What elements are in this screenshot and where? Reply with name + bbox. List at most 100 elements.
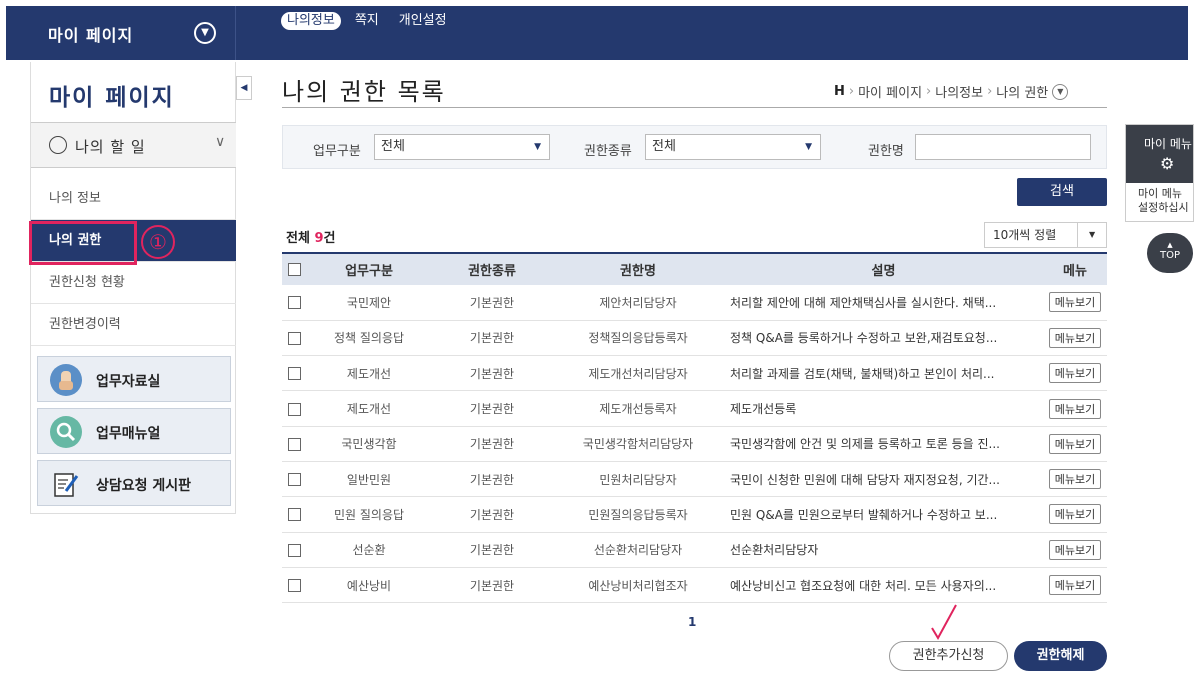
filter-panel: 업무구분 전체 ▼ 권한종류 전체 ▼ 권한명 — [282, 125, 1107, 169]
menu-cell: 메뉴보기 — [1043, 567, 1107, 604]
breadcrumb-item[interactable]: 나의 권한 — [996, 82, 1048, 101]
table-header-row: 업무구분 권한종류 권한명 설명 메뉴 — [282, 252, 1107, 285]
permission-name-cell: 제도개선처리담당자 — [552, 355, 724, 392]
work-type-cell: 국민제안 — [306, 285, 432, 321]
work-type-select[interactable]: 전체 ▼ — [374, 134, 550, 160]
view-menu-button[interactable]: 메뉴보기 — [1048, 469, 1102, 490]
permission-type-select[interactable]: 전체 ▼ — [645, 134, 821, 160]
my-menu-panel[interactable]: 마이 메뉴 ⚙ 마이 메뉴 설정하십시 — [1125, 124, 1194, 222]
sidebar-card-consult-board[interactable]: 상담요청 게시판 — [37, 460, 231, 506]
page-title: 나의 권한 목록 — [282, 78, 446, 106]
table-row: 민원 질의응답 기본권한 민원질의응답등록자 민원 Q&A를 민원으로부터 발췌… — [282, 496, 1107, 533]
pagination-page-1[interactable]: 1 — [688, 615, 696, 629]
description-cell: 선순환처리담당자 — [724, 532, 1043, 568]
sidebar-title: 마이 페이지 — [49, 85, 175, 111]
scroll-top-button[interactable]: ▲ TOP — [1147, 233, 1193, 273]
breadcrumb: H › 마이 페이지 › 나의정보 › 나의 권한 ▼ — [834, 82, 1069, 101]
view-menu-button[interactable]: 메뉴보기 — [1048, 398, 1102, 419]
description-cell: 정책 Q&A를 등록하거나 수정하고 보완,재검토요청... — [724, 320, 1043, 357]
view-menu-button[interactable]: 메뉴보기 — [1048, 504, 1102, 525]
checkbox-cell — [282, 567, 306, 604]
permission-type-cell: 기본권한 — [432, 390, 552, 427]
row-checkbox[interactable] — [287, 331, 301, 345]
my-menu-hint-line: 설정하십시 — [1138, 201, 1189, 214]
sort-select[interactable]: 10개씩 정렬 ▼ — [984, 222, 1107, 248]
checkbox-cell — [282, 355, 306, 392]
chevron-down-icon[interactable]: ▼ — [194, 22, 216, 44]
view-menu-button[interactable]: 메뉴보기 — [1048, 539, 1102, 560]
work-type-cell: 선순환 — [306, 532, 432, 568]
permission-name-cell: 선순환처리담당자 — [552, 532, 724, 568]
my-menu-hint: 마이 메뉴 설정하십시 — [1138, 187, 1189, 215]
gear-icon: ⚙ — [1160, 154, 1175, 173]
permission-name-cell: 민원질의응답등록자 — [552, 496, 724, 533]
sidebar-item-permission-change-history[interactable]: 권한변경이력 — [31, 304, 236, 346]
hand-icon — [50, 364, 82, 396]
permission-name-cell: 국민생각함처리담당자 — [552, 426, 724, 462]
release-permission-button[interactable]: 권한해제 — [1014, 641, 1107, 671]
chevron-right-icon: › — [926, 84, 932, 99]
view-menu-button[interactable]: 메뉴보기 — [1048, 575, 1102, 596]
chevron-down-icon[interactable]: ▼ — [1052, 83, 1069, 100]
view-menu-button[interactable]: 메뉴보기 — [1048, 363, 1102, 384]
row-checkbox[interactable] — [287, 437, 301, 451]
sidebar-item-my-info[interactable]: 나의 정보 — [31, 178, 236, 220]
header-description: 설명 — [724, 252, 1043, 285]
row-checkbox[interactable] — [287, 402, 301, 416]
row-checkbox[interactable] — [287, 296, 301, 310]
permission-type-cell: 기본권한 — [432, 567, 552, 604]
top-bar-title: 마이 페이지 — [48, 26, 134, 45]
check-mark-annotation — [931, 604, 957, 641]
header-menu: 메뉴 — [1043, 252, 1107, 285]
permission-type-cell: 기본권한 — [432, 532, 552, 568]
sidebar-item-permission-request-status[interactable]: 권한신청 현황 — [31, 262, 236, 304]
sidebar-todo[interactable]: 나의 할 일 ∨ — [31, 122, 236, 168]
description-cell: 제도개선등록 — [724, 390, 1043, 427]
row-checkbox[interactable] — [287, 508, 301, 522]
select-all-checkbox[interactable] — [287, 263, 301, 276]
my-menu-header: 마이 메뉴 ⚙ — [1126, 125, 1193, 183]
permission-type-cell: 기본권한 — [432, 461, 552, 498]
header-permission-name: 권한명 — [552, 252, 724, 285]
menu-cell: 메뉴보기 — [1043, 390, 1107, 427]
highlight-box — [29, 221, 137, 265]
sidebar-collapse-button[interactable]: ◀ — [236, 76, 252, 100]
work-type-cell: 정책 질의응답 — [306, 320, 432, 357]
sidebar-card-work-manual[interactable]: 업무매뉴얼 — [37, 408, 231, 454]
arrow-up-icon: ▲ — [1167, 241, 1173, 249]
menu-cell: 메뉴보기 — [1043, 355, 1107, 392]
divider — [1077, 223, 1078, 247]
tab-message[interactable]: 쪽지 — [349, 12, 385, 30]
tab-personal-settings[interactable]: 개인설정 — [393, 12, 453, 30]
row-checkbox[interactable] — [287, 473, 301, 487]
view-menu-button[interactable]: 메뉴보기 — [1048, 433, 1102, 454]
tab-my-info[interactable]: 나의정보 — [281, 12, 341, 30]
menu-cell: 메뉴보기 — [1043, 320, 1107, 357]
row-checkbox[interactable] — [287, 367, 301, 381]
permission-type-cell: 기본권한 — [432, 320, 552, 357]
description-cell: 예산낭비신고 협조요청에 대한 처리. 모든 사용자의... — [724, 567, 1043, 604]
sort-value: 10개씩 정렬 — [993, 228, 1057, 242]
work-type-cell: 제도개선 — [306, 355, 432, 392]
table-row: 국민제안 기본권한 제안처리담당자 처리할 제안에 대해 제안채택심사를 실시한… — [282, 285, 1107, 321]
breadcrumb-item[interactable]: 나의정보 — [935, 82, 983, 101]
sidebar-card-label: 상담요청 게시판 — [96, 478, 192, 494]
permission-name-input[interactable] — [915, 134, 1091, 160]
search-button[interactable]: 검색 — [1017, 178, 1107, 206]
work-type-label: 업무구분 — [313, 144, 361, 159]
add-permission-request-button[interactable]: 권한추가신청 — [889, 641, 1008, 671]
description-cell: 처리할 과제를 검토(채택, 불채택)하고 본인이 처리... — [724, 355, 1043, 392]
permission-name-cell: 제도개선등록자 — [552, 390, 724, 427]
breadcrumb-home[interactable]: H — [834, 84, 845, 99]
row-checkbox[interactable] — [287, 543, 301, 557]
magnifier-icon — [50, 416, 82, 448]
view-menu-button[interactable]: 메뉴보기 — [1048, 327, 1102, 348]
breadcrumb-item[interactable]: 마이 페이지 — [858, 82, 922, 101]
user-icon — [49, 136, 67, 154]
sidebar-card-work-archive[interactable]: 업무자료실 — [37, 356, 231, 402]
view-menu-button[interactable]: 메뉴보기 — [1048, 292, 1102, 313]
checkbox-cell — [282, 426, 306, 462]
work-type-cell: 민원 질의응답 — [306, 496, 432, 533]
my-menu-hint-line: 마이 메뉴 — [1138, 187, 1182, 200]
row-checkbox[interactable] — [287, 579, 301, 593]
